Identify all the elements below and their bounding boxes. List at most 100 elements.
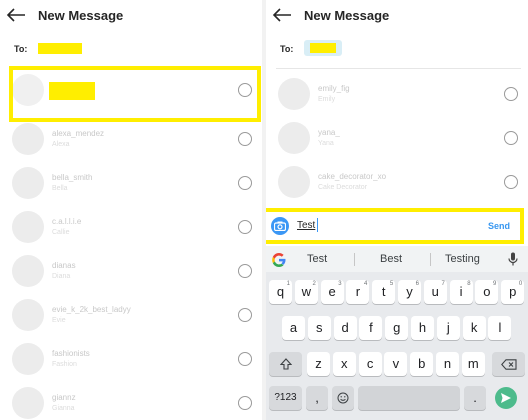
- key-m[interactable]: m: [461, 352, 485, 376]
- microphone-icon[interactable]: [508, 252, 518, 266]
- avatar: [12, 255, 44, 287]
- key-z[interactable]: z: [307, 352, 330, 376]
- key-number-hint: 9: [493, 281, 497, 287]
- select-radio[interactable]: [238, 132, 252, 146]
- symbols-key[interactable]: ?123: [269, 386, 302, 410]
- contact-item[interactable]: bella_smith Bella: [0, 161, 262, 205]
- key-l[interactable]: l: [488, 316, 512, 340]
- emoji-key[interactable]: [332, 386, 354, 410]
- message-composer: Test Send: [266, 208, 524, 244]
- contact-item[interactable]: yana_ Yana: [266, 116, 528, 160]
- key-d[interactable]: d: [333, 316, 357, 340]
- key-q[interactable]: q1: [269, 280, 292, 304]
- page-title: New Message: [38, 8, 124, 23]
- recipient-row[interactable]: To:: [0, 38, 262, 62]
- contact-username: yana_: [318, 128, 340, 137]
- contact-item[interactable]: c.a.l.l.i.e Callie: [0, 205, 262, 249]
- google-g-icon[interactable]: [271, 252, 287, 268]
- contact-username: cake_decorator_xo: [318, 172, 387, 181]
- key-h[interactable]: h: [411, 316, 434, 340]
- screenshot-comparison: New Message To: alexa_mendez Alexa bella…: [0, 0, 528, 420]
- contact-username: fashionists: [52, 349, 90, 358]
- key-g[interactable]: g: [385, 316, 409, 340]
- suggestion-chip[interactable]: Test: [307, 253, 327, 265]
- recipient-row[interactable]: To:: [266, 38, 528, 62]
- contact-fullname: Alexa: [52, 141, 70, 148]
- select-radio[interactable]: [504, 175, 518, 189]
- key-c[interactable]: c: [358, 352, 382, 376]
- key-label: s: [316, 320, 323, 335]
- key-v[interactable]: v: [384, 352, 408, 376]
- key-label: e: [328, 284, 336, 299]
- comma-key[interactable]: ,: [306, 386, 328, 410]
- key-n[interactable]: n: [436, 352, 459, 376]
- select-radio[interactable]: [504, 131, 518, 145]
- key-a[interactable]: a: [282, 316, 305, 340]
- contact-item[interactable]: evie_k_2k_best_ladyy Evie: [0, 293, 262, 337]
- key-r[interactable]: r4: [346, 280, 370, 304]
- contact-fullname: Yana: [318, 140, 334, 147]
- key-i[interactable]: i8: [449, 280, 473, 304]
- suggestion-bar: Test Best Testing: [266, 246, 528, 272]
- select-radio[interactable]: [238, 396, 252, 410]
- camera-icon[interactable]: [271, 217, 289, 235]
- header: New Message: [0, 0, 262, 32]
- key-s[interactable]: s: [307, 316, 331, 340]
- contact-fullname: Cake Decorator: [318, 184, 368, 191]
- avatar: [12, 387, 44, 419]
- recipient-search-input[interactable]: [38, 43, 82, 54]
- send-button[interactable]: Send: [488, 221, 510, 231]
- back-arrow-icon[interactable]: [272, 7, 292, 23]
- select-radio[interactable]: [238, 176, 252, 190]
- select-radio[interactable]: [504, 87, 518, 101]
- keyboard-send-button[interactable]: [495, 387, 517, 409]
- key-b[interactable]: b: [410, 352, 434, 376]
- suggestion-chip[interactable]: Testing: [445, 253, 480, 265]
- back-arrow-icon[interactable]: [6, 7, 26, 23]
- avatar: [278, 122, 310, 154]
- message-input[interactable]: Test: [297, 220, 315, 231]
- contact-item[interactable]: giannz Gianna: [0, 381, 262, 420]
- key-label: a: [289, 320, 298, 335]
- divider: [354, 253, 355, 266]
- contact-item[interactable]: fashionists Fashion: [0, 337, 262, 381]
- period-key[interactable]: .: [464, 386, 486, 410]
- key-j[interactable]: j: [436, 316, 460, 340]
- avatar: [278, 166, 310, 198]
- backspace-key[interactable]: [492, 352, 525, 376]
- key-t[interactable]: t5: [372, 280, 396, 304]
- key-w[interactable]: w2: [294, 280, 318, 304]
- key-label: m: [467, 356, 479, 371]
- key-o[interactable]: o9: [475, 280, 499, 304]
- divider: [276, 68, 521, 69]
- suggestion-chip[interactable]: Best: [380, 253, 402, 265]
- recipient-chip[interactable]: [304, 40, 342, 56]
- key-e[interactable]: e3: [320, 280, 344, 304]
- contact-item[interactable]: emily_fig Emily: [266, 72, 528, 116]
- key-u[interactable]: u7: [423, 280, 447, 304]
- key-label: r: [355, 284, 361, 299]
- contact-username: dianas: [52, 261, 76, 270]
- select-radio[interactable]: [238, 220, 252, 234]
- contact-item[interactable]: dianas Diana: [0, 249, 262, 293]
- key-p[interactable]: p0: [501, 280, 525, 304]
- contact-item[interactable]: cake_decorator_xo Cake Decorator: [266, 160, 528, 204]
- contact-item[interactable]: alexa_mendez Alexa: [0, 117, 262, 161]
- select-radio[interactable]: [238, 264, 252, 278]
- space-bar[interactable]: [358, 386, 460, 410]
- select-radio[interactable]: [238, 308, 252, 322]
- key-label: j: [446, 320, 450, 335]
- key-label: n: [443, 356, 452, 371]
- key-label: z: [315, 356, 322, 371]
- key-y[interactable]: y6: [398, 280, 421, 304]
- key-f[interactable]: f: [359, 316, 383, 340]
- to-label: To:: [280, 44, 294, 54]
- select-radio[interactable]: [238, 352, 252, 366]
- key-label: o: [483, 284, 491, 299]
- avatar: [12, 167, 44, 199]
- shift-key[interactable]: [269, 352, 302, 376]
- header: New Message: [266, 0, 528, 32]
- key-x[interactable]: x: [332, 352, 356, 376]
- contact-fullname: Gianna: [52, 405, 75, 412]
- key-k[interactable]: k: [462, 316, 486, 340]
